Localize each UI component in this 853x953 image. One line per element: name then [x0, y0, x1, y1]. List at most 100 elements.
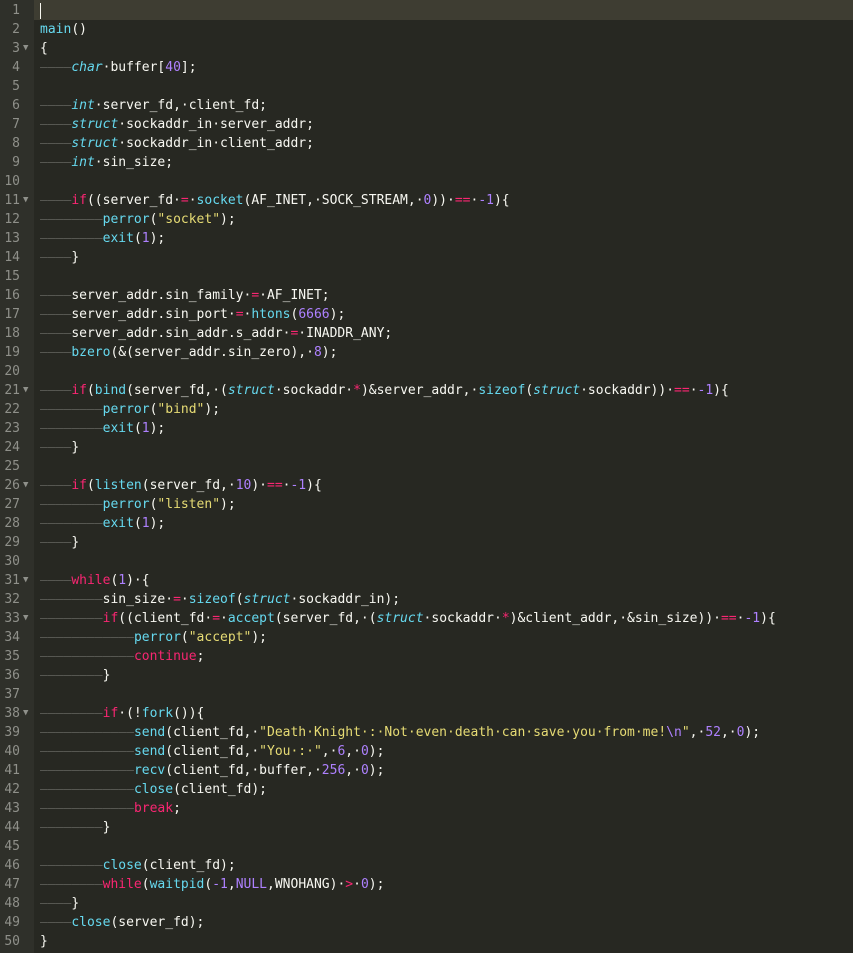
code-text[interactable]: ————————————send(client_fd,·"You·:·",·6,… [40, 742, 384, 761]
code-text[interactable]: } [40, 932, 48, 951]
fold-arrow-icon[interactable]: ▼ [23, 571, 28, 590]
code-text[interactable]: ————if((server_fd·=·socket(AF_INET,·SOCK… [40, 191, 510, 210]
code-text[interactable]: ————bzero(&(server_addr.sin_zero),·8); [40, 343, 337, 362]
code-line[interactable]: 2 main() [0, 20, 853, 39]
code-text[interactable]: ————————————send(client_fd,·"Death·Knigh… [40, 723, 760, 742]
code-line[interactable]: 30 [0, 552, 853, 571]
code-line[interactable]: 11 ▼ ————if((server_fd·=·socket(AF_INET,·S… [0, 191, 853, 210]
fold-arrow-icon[interactable]: ▼ [23, 704, 28, 723]
code-line[interactable]: 4 ————char·buffer[40]; [0, 58, 853, 77]
code-line[interactable]: 50} [0, 932, 853, 951]
code-text[interactable]: ————server_addr.sin_addr.s_addr·=·INADDR… [40, 324, 392, 343]
code-text[interactable]: ————server_addr.sin_family·=·AF_INET; [40, 286, 330, 305]
code-line[interactable]: 12 ————————perror("socket"); [0, 210, 853, 229]
code-line[interactable]: 41 ————————————recv(client_fd,·buffer,·25… [0, 761, 853, 780]
code-line[interactable]: 17 ————server_addr.sin_port·=·htons(6666)… [0, 305, 853, 324]
code-line[interactable]: 24 ————} [0, 438, 853, 457]
code-line[interactable]: 7 ————struct·sockaddr_in·server_addr; [0, 115, 853, 134]
code-text[interactable]: ————————————recv(client_fd,·buffer,·256,… [40, 761, 384, 780]
code-text[interactable]: ————————exit(1); [40, 419, 165, 438]
code-line[interactable]: 14 ————} [0, 248, 853, 267]
code-line[interactable]: 35 ————————————continue; [0, 647, 853, 666]
code-text[interactable]: ————————while(waitpid(-1,NULL,WNOHANG)·>… [40, 875, 384, 894]
code-line[interactable]: 3 ▼ { [0, 39, 853, 58]
code-text[interactable]: ————————————break; [40, 799, 181, 818]
code-line[interactable]: 40 ————————————send(client_fd,·"You·:·",·… [0, 742, 853, 761]
code-line[interactable]: 9 ————int·sin_size; [0, 153, 853, 172]
code-text[interactable]: ————if(listen(server_fd,·10)·==·-1){ [40, 476, 322, 495]
code-text[interactable]: ————} [40, 894, 79, 913]
code-line[interactable]: 49 ————close(server_fd); [0, 913, 853, 932]
code-line[interactable]: 43 ————————————break; [0, 799, 853, 818]
code-line[interactable]: 45 [0, 837, 853, 856]
code-text[interactable]: ————————} [40, 666, 110, 685]
code-line[interactable]: 19 ————bzero(&(server_addr.sin_zero),·8); [0, 343, 853, 362]
code-line[interactable]: 23 ————————exit(1); [0, 419, 853, 438]
code-line[interactable]: 39 ————————————send(client_fd,·"Death·Kni… [0, 723, 853, 742]
code-text[interactable]: ————struct·sockaddr_in·client_addr; [40, 134, 314, 153]
code-line[interactable]: 20 [0, 362, 853, 381]
code-line[interactable]: 32 ————————sin_size·=·sizeof(struct·socka… [0, 590, 853, 609]
code-line[interactable]: 8 ————struct·sockaddr_in·client_addr; [0, 134, 853, 153]
code-text[interactable]: ————————exit(1); [40, 229, 165, 248]
code-text[interactable]: { [40, 39, 48, 58]
code-text[interactable]: ————char·buffer[40]; [40, 58, 197, 77]
code-text[interactable]: ————————} [40, 818, 110, 837]
code-line[interactable]: 27 ————————perror("listen"); [0, 495, 853, 514]
fold-arrow-icon[interactable]: ▼ [23, 609, 28, 628]
code-text[interactable]: ————————perror("listen"); [40, 495, 236, 514]
code-text[interactable]: ————} [40, 533, 79, 552]
fold-arrow-icon[interactable]: ▼ [23, 476, 28, 495]
code-line[interactable]: 31 ▼ ————while(1)·{ [0, 571, 853, 590]
code-line[interactable]: 10 [0, 172, 853, 191]
code-text[interactable]: main() [40, 20, 87, 39]
code-line[interactable]: 16 ————server_addr.sin_family·=·AF_INET; [0, 286, 853, 305]
code-text[interactable]: ————————sin_size·=·sizeof(struct·sockadd… [40, 590, 400, 609]
code-text[interactable]: ————server_addr.sin_port·=·htons(6666); [40, 305, 345, 324]
code-line[interactable]: 37 [0, 685, 853, 704]
code-editor[interactable]: 1 2 main() 3 ▼{4 ————char·buffer[40]; 5 6 ————in… [0, 0, 853, 953]
code-line[interactable]: 47 ————————while(waitpid(-1,NULL,WNOHANG)… [0, 875, 853, 894]
code-text[interactable]: ————int·server_fd,·client_fd; [40, 96, 267, 115]
code-line[interactable]: 48 ————} [0, 894, 853, 913]
code-line[interactable]: 42 ————————————close(client_fd); [0, 780, 853, 799]
code-line[interactable]: 33 ▼ ————————if((client_fd·=·accept(server… [0, 609, 853, 628]
code-line[interactable]: 22 ————————perror("bind"); [0, 400, 853, 419]
code-text[interactable]: ————} [40, 248, 79, 267]
code-line[interactable]: 26 ▼ ————if(listen(server_fd,·10)·==·-1){ [0, 476, 853, 495]
code-text[interactable]: ————} [40, 438, 79, 457]
fold-arrow-icon[interactable]: ▼ [23, 381, 28, 400]
line-number: 2 [12, 22, 20, 37]
code-line[interactable]: 44 ————————} [0, 818, 853, 837]
fold-arrow-icon[interactable]: ▼ [23, 39, 28, 58]
code-text[interactable]: ————————if((client_fd·=·accept(server_fd… [40, 609, 776, 628]
code-line[interactable]: 25 [0, 457, 853, 476]
code-text[interactable]: ————————————continue; [40, 647, 204, 666]
code-line[interactable]: 34 ————————————perror("accept"); [0, 628, 853, 647]
code-text[interactable]: ————————————close(client_fd); [40, 780, 267, 799]
code-line[interactable]: 15 [0, 267, 853, 286]
code-line[interactable]: 6 ————int·server_fd,·client_fd; [0, 96, 853, 115]
code-text[interactable]: ————struct·sockaddr_in·server_addr; [40, 115, 314, 134]
code-line[interactable]: 46 ————————close(client_fd); [0, 856, 853, 875]
code-line[interactable]: 21 ▼ ————if(bind(server_fd,·(struct·sockad… [0, 381, 853, 400]
code-text[interactable]: ————int·sin_size; [40, 153, 173, 172]
code-text[interactable]: ————————perror("socket"); [40, 210, 236, 229]
code-line[interactable]: 38 ▼ ————————if·(!fork()){ [0, 704, 853, 723]
code-text[interactable]: ————————if·(!fork()){ [40, 704, 204, 723]
code-text[interactable]: ————————exit(1); [40, 514, 165, 533]
code-text[interactable]: ————————perror("bind"); [40, 400, 220, 419]
code-text[interactable]: ————close(server_fd); [40, 913, 204, 932]
code-line[interactable]: 13 ————————exit(1); [0, 229, 853, 248]
code-line[interactable]: 18 ————server_addr.sin_addr.s_addr·=·INAD… [0, 324, 853, 343]
code-text[interactable]: ————if(bind(server_fd,·(struct·sockaddr·… [40, 381, 729, 400]
fold-arrow-icon[interactable]: ▼ [23, 191, 28, 210]
code-text[interactable]: ————while(1)·{ [40, 571, 150, 590]
code-line[interactable]: 29 ————} [0, 533, 853, 552]
code-line[interactable]: 1 [0, 1, 853, 20]
code-line[interactable]: 36 ————————} [0, 666, 853, 685]
code-text[interactable]: ————————————perror("accept"); [40, 628, 267, 647]
code-text[interactable]: ————————close(client_fd); [40, 856, 236, 875]
code-line[interactable]: 28 ————————exit(1); [0, 514, 853, 533]
code-line[interactable]: 5 [0, 77, 853, 96]
